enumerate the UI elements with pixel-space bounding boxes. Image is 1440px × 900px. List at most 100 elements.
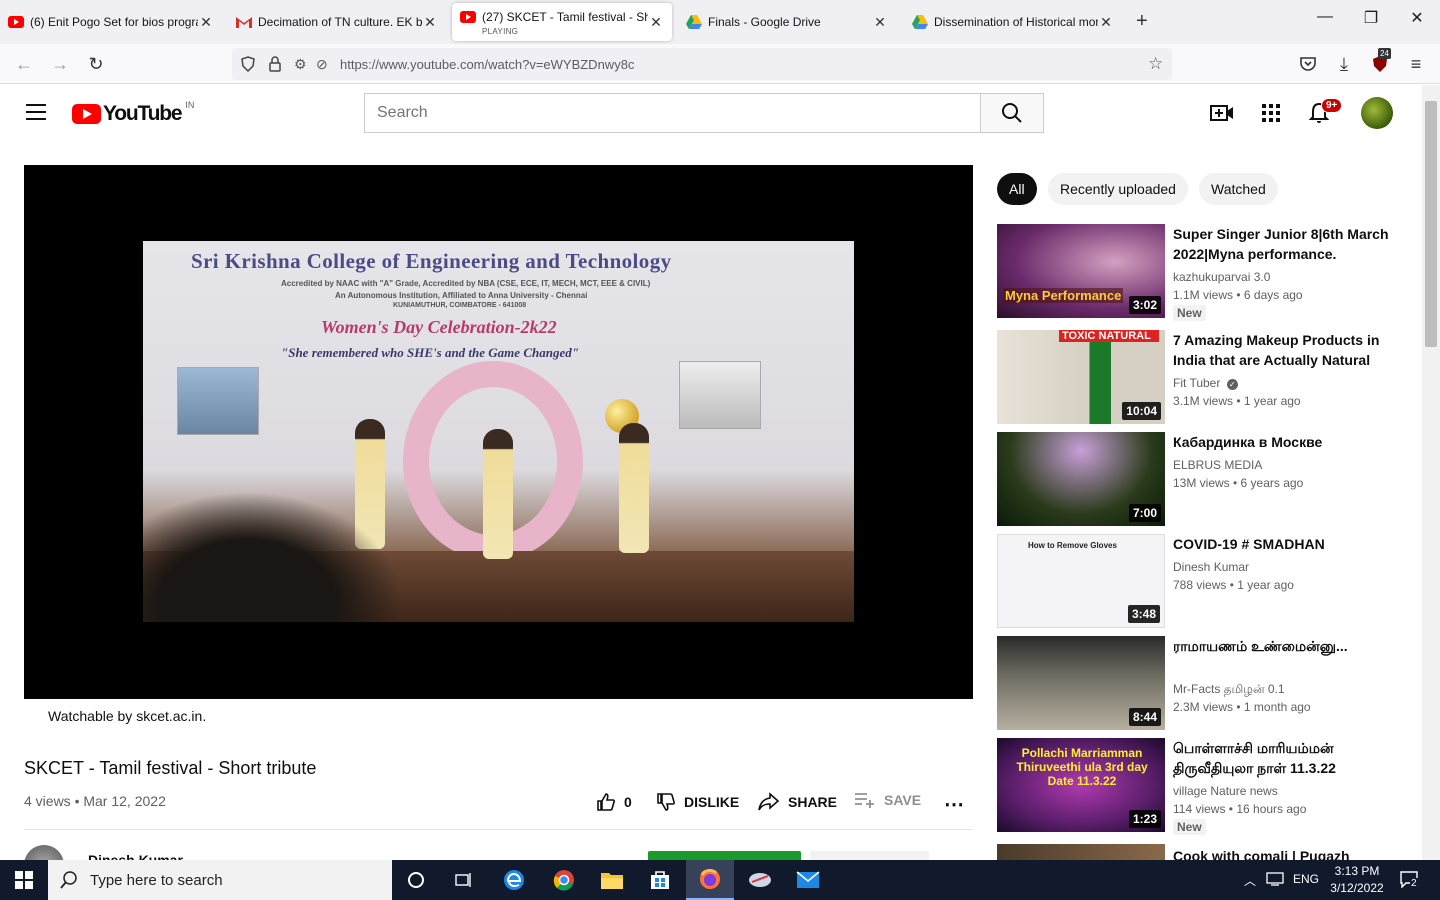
- video-thumbnail[interactable]: How to Remove Gloves 3:48: [997, 534, 1165, 628]
- forward-icon[interactable]: →: [48, 52, 72, 76]
- video-title[interactable]: Super Singer Junior 8|6th March 2022|Myn…: [1173, 224, 1393, 264]
- video-thumbnail[interactable]: TOXIC NATURAL 10:04: [997, 330, 1165, 424]
- pocket-icon[interactable]: [1296, 52, 1320, 76]
- snipping-tool-icon[interactable]: [736, 860, 784, 900]
- language-indicator[interactable]: ENG: [1293, 872, 1319, 886]
- mail-icon[interactable]: [784, 860, 832, 900]
- chrome-icon[interactable]: [540, 860, 588, 900]
- search-input[interactable]: [364, 93, 981, 133]
- banner-accreditation: Accredited by NAAC with "A" Grade, Accre…: [281, 279, 651, 288]
- like-button[interactable]: 0: [596, 792, 632, 812]
- action-center-icon[interactable]: 2: [1400, 870, 1418, 891]
- chip-recently-uploaded[interactable]: Recently uploaded: [1048, 173, 1188, 205]
- browser-tab[interactable]: Decimation of TN culture. EK ba ✕: [228, 3, 446, 41]
- cortana-icon[interactable]: [392, 860, 440, 900]
- video-title[interactable]: COVID-19 # SMADHAN: [1173, 534, 1393, 554]
- apps-grid-icon[interactable]: [1259, 101, 1283, 125]
- show-hidden-icons-icon[interactable]: ︿: [1244, 872, 1256, 889]
- network-icon[interactable]: [1266, 872, 1284, 889]
- recommended-video[interactable]: TOXIC NATURAL 10:04 7 Amazing Makeup Pro…: [997, 330, 1407, 424]
- video-thumbnail[interactable]: 8:44: [997, 636, 1165, 730]
- bookmark-star-icon[interactable]: ☆: [1148, 54, 1163, 74]
- channel-name[interactable]: kazhukuparvai 3.0: [1173, 270, 1270, 284]
- channel-name[interactable]: ELBRUS MEDIA: [1173, 458, 1262, 472]
- more-actions-icon[interactable]: ⋯: [944, 792, 964, 817]
- close-window-button[interactable]: ✕: [1402, 8, 1432, 28]
- video-stats: 2.3M views • 1 month ago: [1173, 700, 1311, 714]
- maximize-button[interactable]: ❐: [1356, 8, 1386, 28]
- new-tab-button[interactable]: +: [1136, 10, 1148, 33]
- video-title[interactable]: ராமாயணம் உண்மைன்னு...: [1173, 636, 1393, 656]
- video-title[interactable]: பொள்ளாச்சி மாரியம்மன் திருவீதியுலா நாள் …: [1173, 738, 1393, 778]
- browser-tab-active[interactable]: (27) SKCET - Tamil festival - Sho PLAYIN…: [452, 3, 672, 41]
- recommended-video[interactable]: Pollachi Marriamman Thiruveethi ula 3rd …: [997, 738, 1407, 835]
- recommended-video[interactable]: How to Remove Gloves 3:48 COVID-19 # SMA…: [997, 534, 1407, 628]
- minimize-button[interactable]: —: [1310, 8, 1340, 26]
- video-stats: 114 views • 16 hours ago: [1173, 802, 1307, 816]
- downloads-icon[interactable]: ⤓: [1332, 52, 1356, 76]
- scrollbar-thumb[interactable]: [1425, 101, 1437, 347]
- close-tab-icon[interactable]: ✕: [422, 14, 438, 31]
- close-tab-icon[interactable]: ✕: [198, 14, 214, 31]
- video-thumbnail[interactable]: [997, 844, 1165, 860]
- recommended-video[interactable]: 7:00 Кабардинка в Москве ELBRUS MEDIA 13…: [997, 432, 1407, 526]
- windows-logo-icon: [15, 871, 33, 889]
- close-tab-icon[interactable]: ✕: [872, 14, 888, 31]
- menu-icon[interactable]: ≡: [1404, 52, 1428, 76]
- firefox-icon[interactable]: [686, 860, 734, 900]
- recommended-video[interactable]: 8:44 ராமாயணம் உண்மைன்னு... Mr-Facts தமிழ…: [997, 636, 1407, 730]
- search-button[interactable]: [980, 93, 1044, 133]
- channel-name[interactable]: Fit Tuber ✓: [1173, 376, 1238, 390]
- video-title[interactable]: Кабардинка в Москве: [1173, 432, 1393, 452]
- channel-name[interactable]: village Nature news: [1173, 784, 1278, 798]
- browser-tab[interactable]: Dissemination of Historical mor ✕: [904, 3, 1122, 41]
- reload-icon[interactable]: ↻: [84, 52, 108, 76]
- microsoft-store-icon[interactable]: [636, 860, 684, 900]
- task-view-icon[interactable]: [440, 860, 488, 900]
- shield-icon[interactable]: [240, 56, 256, 75]
- address-bar[interactable]: ⚙ ⊘ https://www.youtube.com/watch?v=eWYB…: [232, 48, 1172, 80]
- windows-start-button[interactable]: [0, 860, 48, 900]
- extension-icon[interactable]: 24: [1368, 48, 1392, 76]
- hamburger-menu-icon[interactable]: [26, 104, 46, 120]
- page-scrollbar[interactable]: [1422, 85, 1440, 860]
- youtube-logo[interactable]: YouTube IN: [72, 100, 194, 126]
- edge-browser-icon[interactable]: [490, 860, 538, 900]
- video-title[interactable]: Cook with comali | Pugazh: [1173, 846, 1393, 860]
- autoplay-blocked-icon[interactable]: ⊘: [316, 56, 328, 73]
- share-button[interactable]: SHARE: [758, 792, 837, 812]
- browser-tab[interactable]: Finals - Google Drive ✕: [678, 3, 896, 41]
- video-title[interactable]: 7 Amazing Makeup Products in India that …: [1173, 330, 1393, 370]
- close-tab-icon[interactable]: ✕: [648, 14, 664, 31]
- new-badge: New: [1173, 819, 1206, 835]
- account-avatar[interactable]: [1361, 97, 1393, 129]
- file-explorer-icon[interactable]: [588, 860, 636, 900]
- video-thumbnail[interactable]: Myna Performance 3:02: [997, 224, 1165, 318]
- chip-all[interactable]: All: [997, 173, 1037, 205]
- recommended-video[interactable]: Myna Performance 3:02 Super Singer Junio…: [997, 224, 1407, 321]
- channel-name[interactable]: Dinesh Kumar: [1173, 560, 1249, 574]
- create-video-icon[interactable]: [1210, 101, 1234, 125]
- clock-time: 3:13 PM: [1334, 864, 1380, 878]
- taskbar-search-box[interactable]: Type here to search: [48, 860, 392, 900]
- video-player[interactable]: Sri Krishna College of Engineering and T…: [24, 165, 973, 699]
- browser-tab[interactable]: (6) Enit Pogo Set for bios progra ✕: [0, 3, 222, 41]
- notification-count: 2: [1410, 878, 1418, 889]
- permissions-icon[interactable]: ⚙: [294, 56, 307, 73]
- lock-icon[interactable]: [268, 56, 282, 75]
- system-clock[interactable]: 3:13 PM 3/12/2022: [1320, 863, 1394, 897]
- chip-watched[interactable]: Watched: [1199, 173, 1278, 205]
- recommended-video[interactable]: Cook with comali | Pugazh: [997, 844, 1407, 860]
- dislike-button[interactable]: DISLIKE: [656, 792, 739, 812]
- like-count: 0: [624, 794, 632, 810]
- clock-date: 3/12/2022: [1330, 881, 1384, 895]
- close-tab-icon[interactable]: ✕: [1098, 14, 1114, 31]
- back-icon[interactable]: ←: [12, 52, 36, 76]
- video-thumbnail[interactable]: Pollachi Marriamman Thiruveethi ula 3rd …: [997, 738, 1165, 832]
- video-stats: 788 views • 1 year ago: [1173, 578, 1294, 592]
- add-to-playlist-icon: [855, 793, 874, 808]
- channel-name[interactable]: Mr-Facts தமிழன் 0.1: [1173, 682, 1285, 698]
- video-thumbnail[interactable]: 7:00: [997, 432, 1165, 526]
- verified-check-icon: ✓: [1226, 379, 1238, 390]
- save-button[interactable]: SAVE: [854, 792, 921, 808]
